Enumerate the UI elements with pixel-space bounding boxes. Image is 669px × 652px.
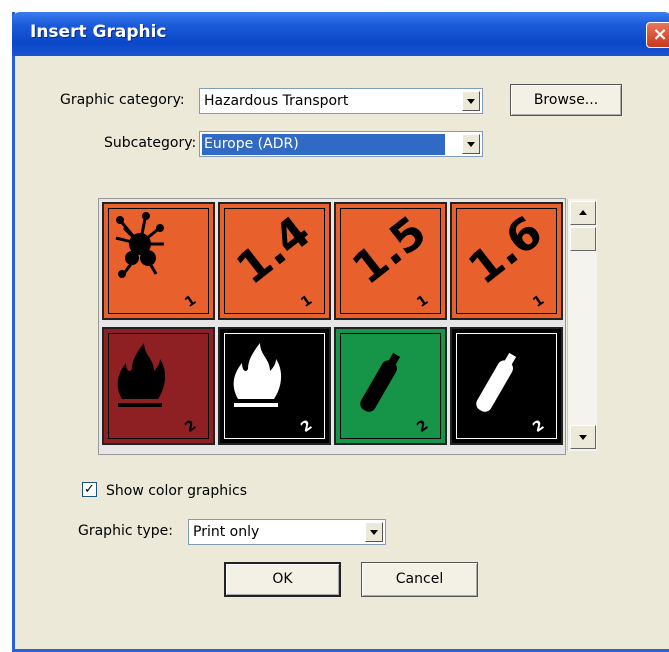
close-button[interactable]: ×: [646, 22, 669, 48]
svg-text:1: 1: [182, 292, 199, 311]
scroll-thumb[interactable]: [570, 227, 596, 251]
subcategory-select[interactable]: Europe (ADR): [199, 131, 483, 157]
graphic-type-select[interactable]: Print only: [188, 519, 386, 545]
graphic-tile-1.6[interactable]: 1.6 1: [450, 202, 563, 320]
cancel-button[interactable]: Cancel: [361, 562, 478, 597]
svg-text:2: 2: [182, 417, 199, 436]
graphic-tile-explosive[interactable]: 1: [102, 202, 215, 320]
category-label: Graphic category:: [60, 92, 185, 108]
chevron-down-icon[interactable]: [462, 91, 480, 111]
svg-text:2: 2: [298, 417, 315, 436]
subcategory-value: Europe (ADR): [202, 134, 445, 155]
svg-text:1: 1: [530, 292, 547, 311]
browse-button[interactable]: Browse...: [510, 84, 622, 116]
svg-text:1.4: 1.4: [227, 206, 320, 294]
title-bar[interactable]: Insert Graphic ×: [12, 12, 669, 56]
graphic-tile-1.5[interactable]: 1.5 1: [334, 202, 447, 320]
graphic-tile-flammable-gas-white[interactable]: 2: [218, 327, 331, 445]
scroll-up-button[interactable]: [570, 201, 596, 225]
svg-text:1: 1: [414, 292, 431, 311]
hazard-symbol-icon: 1.61: [459, 206, 552, 311]
hazard-symbol-icon: 2: [233, 343, 315, 436]
graphic-type-label: Graphic type:: [78, 523, 173, 539]
hazard-symbol-icon: 2: [360, 352, 431, 436]
svg-text:1: 1: [298, 292, 315, 311]
hazard-symbol-icon: 1.51: [343, 206, 436, 311]
scroll-down-button[interactable]: [570, 425, 596, 449]
graphic-tile-flammable-gas[interactable]: 2: [102, 327, 215, 445]
ok-button[interactable]: OK: [224, 562, 341, 597]
category-select[interactable]: Hazardous Transport: [199, 88, 483, 114]
dialog-title: Insert Graphic: [30, 22, 167, 42]
svg-text:2: 2: [414, 417, 431, 436]
hazard-symbol-icon: 1: [115, 212, 199, 311]
chevron-down-icon[interactable]: [462, 134, 480, 154]
svg-text:1.6: 1.6: [459, 206, 552, 294]
hazard-symbol-icon: 1.41: [227, 206, 320, 311]
hazard-symbol-icon: 2: [476, 352, 547, 436]
chevron-down-icon[interactable]: [365, 522, 383, 542]
category-value: Hazardous Transport: [204, 93, 349, 109]
graphic-tile-non-flammable-gas[interactable]: 2: [334, 327, 447, 445]
show-color-checkbox[interactable]: ✓: [82, 482, 97, 497]
svg-text:1.5: 1.5: [343, 206, 436, 294]
subcategory-label: Subcategory:: [104, 135, 197, 151]
graphic-type-value: Print only: [193, 524, 260, 540]
graphic-tile-1.4[interactable]: 1.4 1: [218, 202, 331, 320]
grid-scrollbar[interactable]: [567, 199, 597, 451]
svg-text:2: 2: [530, 417, 547, 436]
hazard-symbol-icon: 2: [117, 343, 199, 436]
graphic-tile-gas-cylinder-white[interactable]: 2: [450, 327, 563, 445]
show-color-label: Show color graphics: [106, 483, 248, 499]
